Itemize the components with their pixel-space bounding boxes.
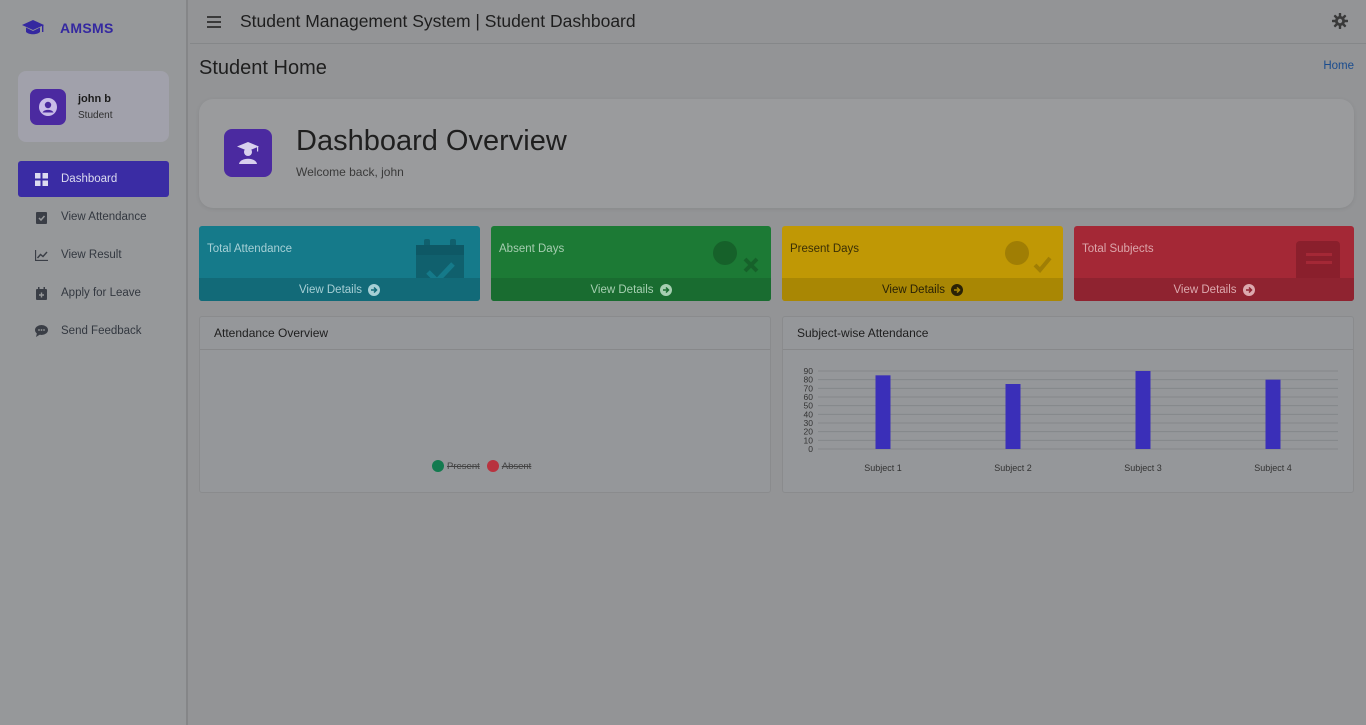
sidebar-item-label: Dashboard [61,173,118,185]
stat-absent-days: Absent Days View Details [491,226,771,301]
student-graduate-icon [224,129,272,177]
y-tick-label: 60 [804,392,814,402]
sidebar-item-label: Apply for Leave [61,287,141,299]
brand-name: AMSMS [60,20,114,36]
sidebar: AMSMS john b Student Dashboard View Atte… [0,0,188,725]
subject-attendance-bar-chart: 0102030405060708090 Subject 1 Subject 2 Sub… [804,366,1338,473]
legend-swatch [432,460,444,472]
view-details-link[interactable]: View Details [782,278,1063,301]
calendar-plus-icon [34,286,48,300]
sidebar-item-label: View Result [61,249,122,261]
user-role: Student [78,109,113,121]
sidebar-item-view-attendance[interactable]: View Attendance [18,199,169,235]
sidebar-item-send-feedback[interactable]: Send Feedback [18,313,169,349]
bar [875,375,891,449]
sidebar-item-label: View Attendance [61,211,147,223]
x-tick-label: Subject 2 [994,463,1032,473]
y-tick-label: 20 [804,427,814,437]
view-details-link[interactable]: View Details [199,278,480,301]
subject-attendance-card: Subject-wise Attendance 0 10 20 30 40 50 60 70 8… [782,316,1354,493]
chart-legend: Present Absent [432,460,538,472]
bar [1005,384,1021,449]
view-details-link[interactable]: View Details [491,278,771,301]
x-tick-label: Subject 3 [1124,463,1162,473]
sidebar-nav: Dashboard View Attendance View Result Ap… [18,161,169,351]
legend-item-absent[interactable]: Absent [486,460,531,472]
bar [1265,379,1281,449]
comment-icon [34,324,48,338]
stat-label: Total Attendance [207,243,293,255]
overview-title: Dashboard Overview [296,125,567,157]
y-tick-label: 30 [804,418,814,428]
bar [1135,371,1151,449]
grid-icon [34,172,48,186]
page-title: Student Home [199,57,327,79]
sidebar-item-view-result[interactable]: View Result [18,237,169,273]
y-tick-label: 90 [804,366,814,376]
stat-present-days: Present Days View Details [782,226,1063,301]
arrow-circle-right-icon [368,283,381,296]
legend-item-present[interactable]: Present [432,460,480,472]
stat-label: Absent Days [499,243,565,255]
chart-line-icon [34,248,48,262]
arrow-circle-right-icon [1242,283,1255,296]
y-tick-label: 50 [804,401,814,411]
user-avatar-icon [30,88,66,125]
legend-swatch [486,460,499,472]
sidebar-item-apply-for-leave[interactable]: Apply for Leave [18,275,169,311]
y-tick-label: 10 [804,435,814,445]
user-card[interactable]: john b Student [18,71,169,142]
hamburger-menu-icon[interactable] [207,15,221,29]
graduation-cap-icon [21,18,47,38]
arrow-circle-right-icon [659,283,672,296]
stat-label: Present Days [790,243,860,255]
y-tick-label: 80 [804,375,814,385]
y-tick-label: 70 [804,383,814,393]
stat-label: Total Subjects [1082,243,1154,255]
x-tick-label: Subject 1 [864,463,902,473]
stat-total-attendance: Total Attendance View Details [199,226,480,301]
x-tick-label: Subject 4 [1254,463,1292,473]
breadcrumb-home-link[interactable]: Home [1323,60,1354,72]
gear-icon[interactable] [1332,13,1348,29]
top-navbar: Student Management System | Student Dash… [190,0,1366,44]
y-tick-label: 40 [804,409,814,419]
view-details-link[interactable]: View Details [1074,278,1354,301]
stat-total-subjects: Total Subjects View Details [1074,226,1354,301]
card-title: Subject-wise Attendance [783,317,1353,350]
sidebar-item-dashboard[interactable]: Dashboard [18,161,169,197]
attendance-overview-card: Attendance Overview Present Absent [199,316,771,493]
overview-subtitle: Welcome back, john [296,165,404,179]
user-name: john b [78,92,111,105]
y-tick-label: 0 [808,444,813,454]
dashboard-overview-card: Dashboard Overview Welcome back, john [199,99,1354,208]
arrow-circle-right-icon [951,283,964,296]
card-title: Attendance Overview [200,317,770,350]
brand[interactable]: AMSMS [0,0,188,56]
sidebar-item-label: Send Feedback [61,325,142,337]
checklist-icon [34,210,48,224]
app-title: Student Management System | Student Dash… [240,11,636,31]
